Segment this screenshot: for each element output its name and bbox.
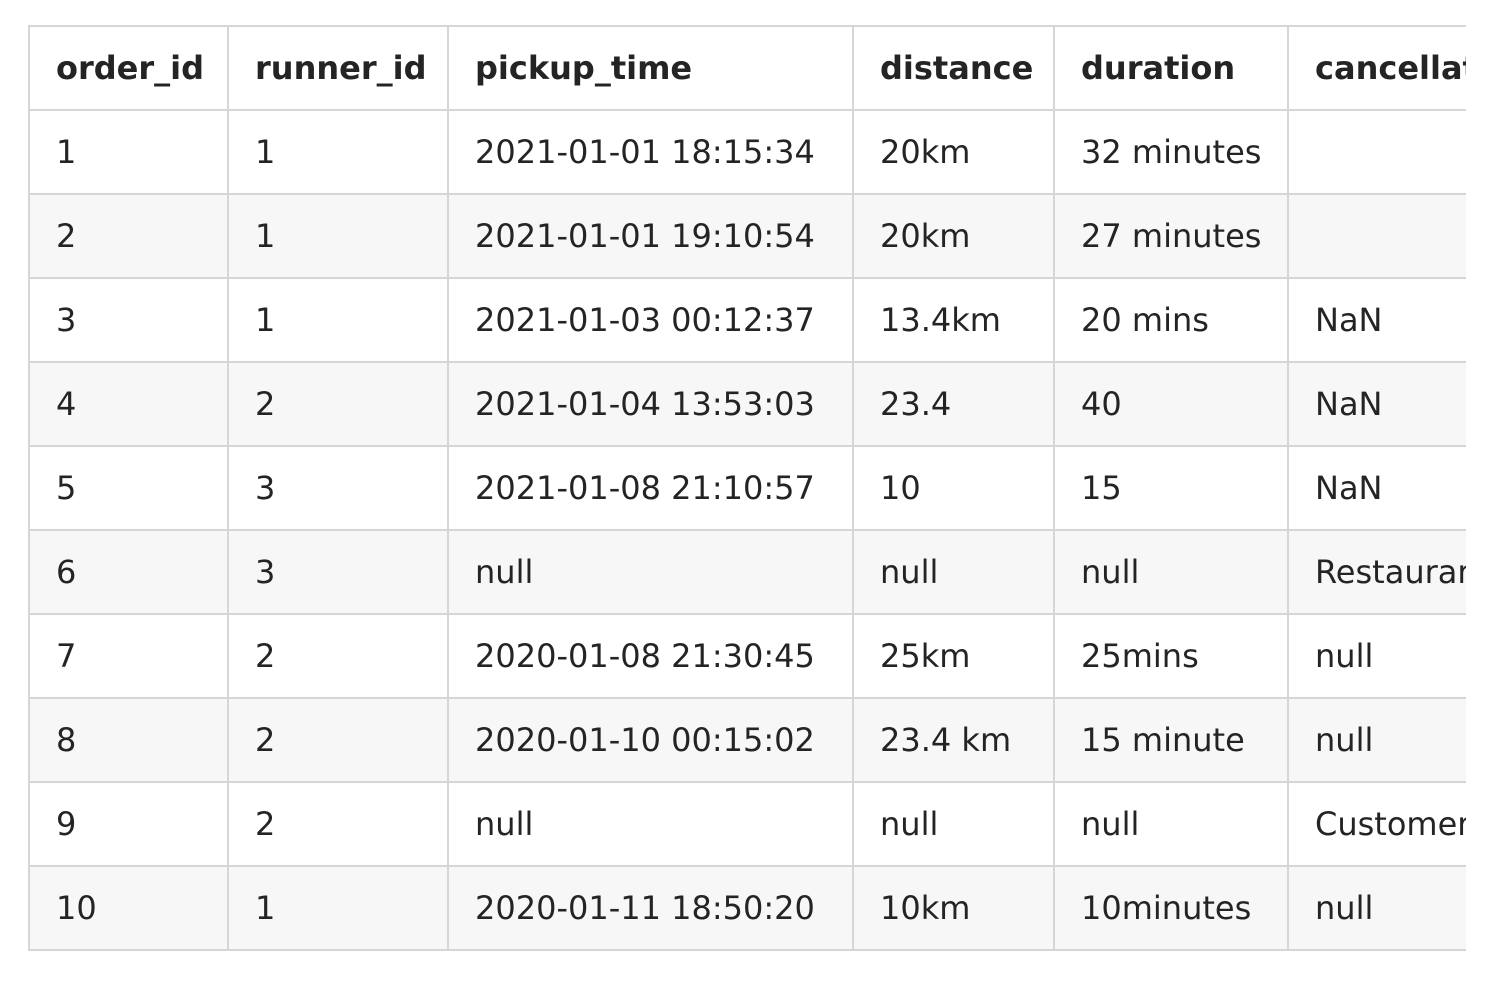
cell-distance: 20km <box>852 109 1055 195</box>
cell-order-id: 8 <box>28 697 229 783</box>
cell-duration: null <box>1053 781 1289 867</box>
cell-duration: 20 mins <box>1053 277 1289 363</box>
cell-cancellation <box>1287 109 1466 195</box>
cell-pickup-time: null <box>447 529 854 615</box>
header-order-id: order_id <box>28 25 229 111</box>
table-row: 7 2 2020-01-08 21:30:45 25km 25mins null <box>28 613 1466 699</box>
cell-distance: 20km <box>852 193 1055 279</box>
cell-distance: 13.4km <box>852 277 1055 363</box>
cell-runner-id: 3 <box>227 445 449 531</box>
cell-distance: 25km <box>852 613 1055 699</box>
cell-distance: 10 <box>852 445 1055 531</box>
cell-runner-id: 1 <box>227 865 449 951</box>
table-row: 10 1 2020-01-11 18:50:20 10km 10minutes … <box>28 865 1466 951</box>
cell-cancellation: Restaurar <box>1287 529 1466 615</box>
table-row: 3 1 2021-01-03 00:12:37 13.4km 20 mins N… <box>28 277 1466 363</box>
cell-cancellation: NaN <box>1287 277 1466 363</box>
header-runner-id: runner_id <box>227 25 449 111</box>
cell-duration: 40 <box>1053 361 1289 447</box>
cell-duration: 27 minutes <box>1053 193 1289 279</box>
cell-runner-id: 1 <box>227 109 449 195</box>
cell-cancellation: null <box>1287 697 1466 783</box>
cell-order-id: 6 <box>28 529 229 615</box>
cell-pickup-time: 2020-01-11 18:50:20 <box>447 865 854 951</box>
table-row: 1 1 2021-01-01 18:15:34 20km 32 minutes <box>28 109 1466 195</box>
cell-cancellation: Customer <box>1287 781 1466 867</box>
runner-orders-table-container: order_id runner_id pickup_time distance … <box>28 25 1466 972</box>
cell-runner-id: 3 <box>227 529 449 615</box>
cell-cancellation: NaN <box>1287 361 1466 447</box>
cell-runner-id: 2 <box>227 361 449 447</box>
cell-duration: 25mins <box>1053 613 1289 699</box>
header-cancellation: cancellat <box>1287 25 1466 111</box>
cell-cancellation: null <box>1287 865 1466 951</box>
cell-pickup-time: 2020-01-10 00:15:02 <box>447 697 854 783</box>
table-row: 2 1 2021-01-01 19:10:54 20km 27 minutes <box>28 193 1466 279</box>
header-duration: duration <box>1053 25 1289 111</box>
cell-order-id: 7 <box>28 613 229 699</box>
cell-pickup-time: null <box>447 781 854 867</box>
cell-order-id: 10 <box>28 865 229 951</box>
cell-cancellation: NaN <box>1287 445 1466 531</box>
cell-runner-id: 2 <box>227 697 449 783</box>
table-row: 4 2 2021-01-04 13:53:03 23.4 40 NaN <box>28 361 1466 447</box>
cell-order-id: 4 <box>28 361 229 447</box>
cell-pickup-time: 2021-01-04 13:53:03 <box>447 361 854 447</box>
table-header-row: order_id runner_id pickup_time distance … <box>28 25 1466 111</box>
cell-runner-id: 2 <box>227 781 449 867</box>
header-pickup-time: pickup_time <box>447 25 854 111</box>
cell-cancellation: null <box>1287 613 1466 699</box>
cell-runner-id: 1 <box>227 277 449 363</box>
table-row: 9 2 null null null Customer <box>28 781 1466 867</box>
table-row: 5 3 2021-01-08 21:10:57 10 15 NaN <box>28 445 1466 531</box>
cell-distance: null <box>852 529 1055 615</box>
cell-duration: 32 minutes <box>1053 109 1289 195</box>
cell-runner-id: 1 <box>227 193 449 279</box>
cell-order-id: 9 <box>28 781 229 867</box>
cell-order-id: 1 <box>28 109 229 195</box>
cell-runner-id: 2 <box>227 613 449 699</box>
table-row: 6 3 null null null Restaurar <box>28 529 1466 615</box>
header-distance: distance <box>852 25 1055 111</box>
cell-pickup-time: 2021-01-01 19:10:54 <box>447 193 854 279</box>
cell-duration: 15 <box>1053 445 1289 531</box>
table-row: 8 2 2020-01-10 00:15:02 23.4 km 15 minut… <box>28 697 1466 783</box>
cell-pickup-time: 2020-01-08 21:30:45 <box>447 613 854 699</box>
cell-cancellation <box>1287 193 1466 279</box>
cell-pickup-time: 2021-01-03 00:12:37 <box>447 277 854 363</box>
cell-distance: 10km <box>852 865 1055 951</box>
cell-order-id: 2 <box>28 193 229 279</box>
cell-order-id: 5 <box>28 445 229 531</box>
cell-distance: null <box>852 781 1055 867</box>
runner-orders-table: order_id runner_id pickup_time distance … <box>28 25 1466 951</box>
cell-duration: 10minutes <box>1053 865 1289 951</box>
cell-distance: 23.4 <box>852 361 1055 447</box>
cell-order-id: 3 <box>28 277 229 363</box>
cell-duration: null <box>1053 529 1289 615</box>
cell-pickup-time: 2021-01-01 18:15:34 <box>447 109 854 195</box>
cell-distance: 23.4 km <box>852 697 1055 783</box>
cell-pickup-time: 2021-01-08 21:10:57 <box>447 445 854 531</box>
cell-duration: 15 minute <box>1053 697 1289 783</box>
